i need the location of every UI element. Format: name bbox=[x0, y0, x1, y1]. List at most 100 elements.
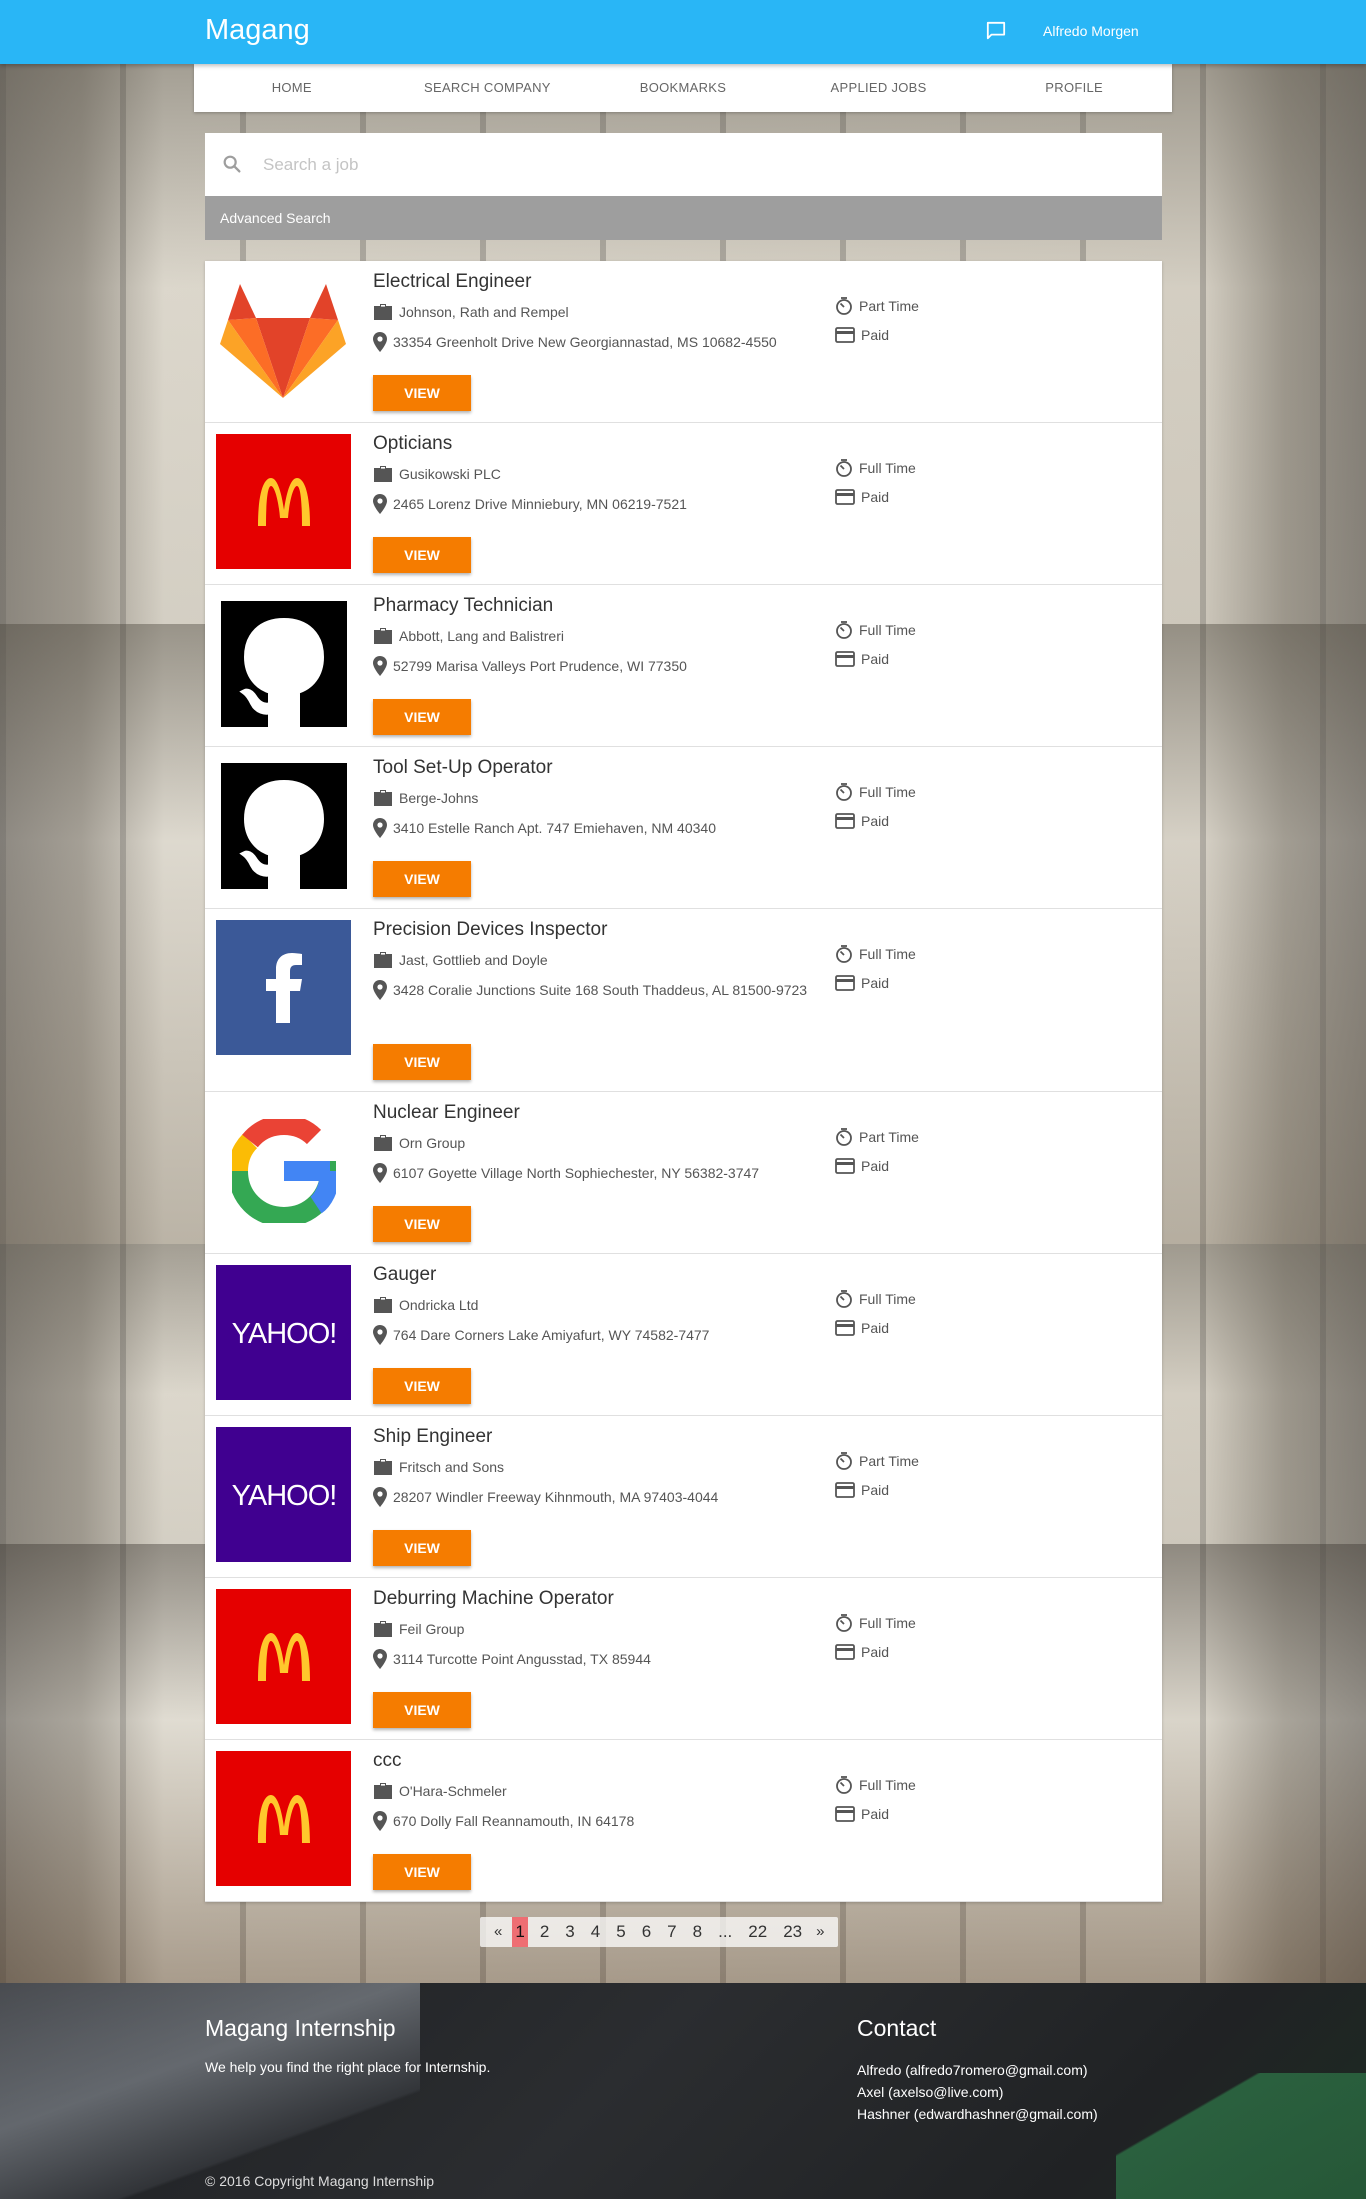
address-text: 6107 Goyette Village North Sophiechester… bbox=[393, 1165, 760, 1181]
company-name[interactable]: Abbott, Lang and Balistreri bbox=[399, 628, 564, 644]
job-title[interactable]: Gauger bbox=[373, 1264, 436, 1286]
job-pay: Paid bbox=[835, 1158, 889, 1174]
job-address: 764 Dare Corners Lake Amiyafurt, WY 7458… bbox=[373, 1325, 813, 1346]
chat-bubble-icon[interactable] bbox=[985, 21, 1007, 41]
nav-home[interactable]: HOME bbox=[194, 64, 390, 112]
job-title[interactable]: ccc bbox=[373, 1750, 402, 1772]
user-menu[interactable]: Alfredo Morgen bbox=[1043, 23, 1139, 39]
job-list-item: Deburring Machine Operator Feil Group 31… bbox=[205, 1578, 1162, 1740]
job-pay-text: Paid bbox=[861, 813, 890, 829]
nav-search-company[interactable]: SEARCH COMPANY bbox=[390, 64, 586, 112]
briefcase-icon bbox=[374, 1783, 392, 1799]
pagination-page[interactable]: 3 bbox=[557, 1917, 582, 1947]
job-title[interactable]: Ship Engineer bbox=[373, 1426, 492, 1448]
company-name[interactable]: O'Hara-Schmeler bbox=[399, 1783, 507, 1799]
timer-icon bbox=[836, 1452, 852, 1470]
job-title[interactable]: Precision Devices Inspector bbox=[373, 919, 607, 941]
pagination-page[interactable]: 22 bbox=[740, 1917, 775, 1947]
pagination-page[interactable]: 4 bbox=[583, 1917, 608, 1947]
credit-card-icon bbox=[835, 1482, 855, 1498]
briefcase-icon bbox=[374, 628, 392, 644]
contact-item[interactable]: Axel (axelso@live.com) bbox=[857, 2081, 1098, 2103]
job-company: Fritsch and Sons bbox=[373, 1458, 504, 1476]
view-job-button[interactable]: VIEW bbox=[373, 861, 471, 897]
map-pin-icon bbox=[373, 1649, 387, 1669]
view-job-button[interactable]: VIEW bbox=[373, 1044, 471, 1080]
job-list-item: Nuclear Engineer Orn Group 6107 Goyette … bbox=[205, 1092, 1162, 1254]
job-address: 3410 Estelle Ranch Apt. 747 Emiehaven, N… bbox=[373, 818, 813, 839]
job-title[interactable]: Pharmacy Technician bbox=[373, 595, 553, 617]
pagination-page[interactable]: 6 bbox=[634, 1917, 659, 1947]
pagination: « 1 2 3 4 5 6 7 8 ... 22 23 » bbox=[480, 1917, 839, 1947]
job-search-box bbox=[205, 133, 1162, 196]
view-job-button[interactable]: VIEW bbox=[373, 1368, 471, 1404]
job-address: 2465 Lorenz Drive Minniebury, MN 06219-7… bbox=[373, 494, 813, 515]
pagination-page[interactable]: 2 bbox=[532, 1917, 557, 1947]
company-logo-mcdonalds bbox=[216, 434, 351, 569]
nav-applied-jobs[interactable]: APPLIED JOBS bbox=[781, 64, 977, 112]
company-name[interactable]: Gusikowski PLC bbox=[399, 466, 501, 482]
job-title[interactable]: Tool Set-Up Operator bbox=[373, 757, 553, 779]
view-job-button[interactable]: VIEW bbox=[373, 1854, 471, 1890]
company-name[interactable]: Feil Group bbox=[399, 1621, 464, 1637]
view-job-button[interactable]: VIEW bbox=[373, 375, 471, 411]
job-pay: Paid bbox=[835, 1644, 889, 1660]
google-g-icon bbox=[231, 1118, 336, 1223]
job-pay-text: Paid bbox=[861, 327, 890, 343]
job-type: Full Time bbox=[835, 621, 916, 639]
credit-card-icon bbox=[835, 489, 855, 505]
company-logo-facebook bbox=[216, 920, 351, 1055]
view-job-button[interactable]: VIEW bbox=[373, 1530, 471, 1566]
job-pay: Paid bbox=[835, 489, 889, 505]
nav-bookmarks[interactable]: BOOKMARKS bbox=[585, 64, 781, 112]
company-name[interactable]: Ondricka Ltd bbox=[399, 1297, 478, 1313]
credit-card-icon bbox=[835, 1806, 855, 1822]
credit-card-icon bbox=[835, 813, 855, 829]
map-pin-icon bbox=[373, 1163, 387, 1183]
pagination-page[interactable]: 23 bbox=[775, 1917, 810, 1947]
company-name[interactable]: Orn Group bbox=[399, 1135, 465, 1151]
pagination-page[interactable]: 8 bbox=[685, 1917, 710, 1947]
contact-item[interactable]: Hashner (edwardhashner@gmail.com) bbox=[857, 2103, 1098, 2125]
mcdonalds-arches-icon bbox=[257, 477, 310, 526]
contact-title: Contact bbox=[857, 2015, 937, 2041]
brand-logo[interactable]: Magang bbox=[205, 14, 310, 47]
pagination-page[interactable]: 7 bbox=[659, 1917, 684, 1947]
yahoo-wordmark-icon: YAHOO! bbox=[231, 1480, 337, 1512]
address-text: 3114 Turcotte Point Angusstad, TX 85944 bbox=[393, 1651, 651, 1667]
job-company: O'Hara-Schmeler bbox=[373, 1782, 507, 1800]
company-name[interactable]: Berge-Johns bbox=[399, 790, 478, 806]
search-input[interactable] bbox=[263, 145, 1143, 185]
pagination-page[interactable]: 5 bbox=[608, 1917, 633, 1947]
github-octocat-icon bbox=[220, 600, 347, 727]
company-name[interactable]: Jast, Gottlieb and Doyle bbox=[399, 952, 548, 968]
map-pin-icon bbox=[373, 332, 387, 352]
job-title[interactable]: Opticians bbox=[373, 433, 452, 455]
job-title[interactable]: Electrical Engineer bbox=[373, 271, 531, 293]
nav-profile[interactable]: PROFILE bbox=[976, 64, 1172, 112]
job-type-text: Full Time bbox=[859, 1615, 916, 1631]
job-title[interactable]: Nuclear Engineer bbox=[373, 1102, 520, 1124]
job-pay-text: Paid bbox=[861, 1158, 890, 1174]
pagination-next[interactable]: » bbox=[810, 1917, 830, 1947]
pagination-prev[interactable]: « bbox=[488, 1917, 508, 1947]
view-job-button[interactable]: VIEW bbox=[373, 699, 471, 735]
briefcase-icon bbox=[374, 466, 392, 482]
view-job-button[interactable]: VIEW bbox=[373, 537, 471, 573]
job-list: Electrical Engineer Johnson, Rath and Re… bbox=[205, 261, 1162, 1902]
company-name[interactable]: Fritsch and Sons bbox=[399, 1459, 504, 1475]
view-job-button[interactable]: VIEW bbox=[373, 1206, 471, 1242]
company-name[interactable]: Johnson, Rath and Rempel bbox=[399, 304, 569, 320]
job-type: Full Time bbox=[835, 1776, 916, 1794]
job-title[interactable]: Deburring Machine Operator bbox=[373, 1588, 614, 1610]
main-nav: HOME SEARCH COMPANY BOOKMARKS APPLIED JO… bbox=[194, 64, 1172, 112]
advanced-search-toggle[interactable]: Advanced Search bbox=[205, 196, 1162, 240]
credit-card-icon bbox=[835, 1644, 855, 1660]
pagination-page-current[interactable]: 1 bbox=[512, 1917, 528, 1947]
company-logo-mcdonalds bbox=[216, 1751, 351, 1886]
map-pin-icon bbox=[373, 1325, 387, 1345]
view-job-button[interactable]: VIEW bbox=[373, 1692, 471, 1728]
job-pay-text: Paid bbox=[861, 1644, 890, 1660]
map-pin-icon bbox=[373, 980, 387, 1000]
contact-item[interactable]: Alfredo (alfredo7romero@gmail.com) bbox=[857, 2059, 1098, 2081]
